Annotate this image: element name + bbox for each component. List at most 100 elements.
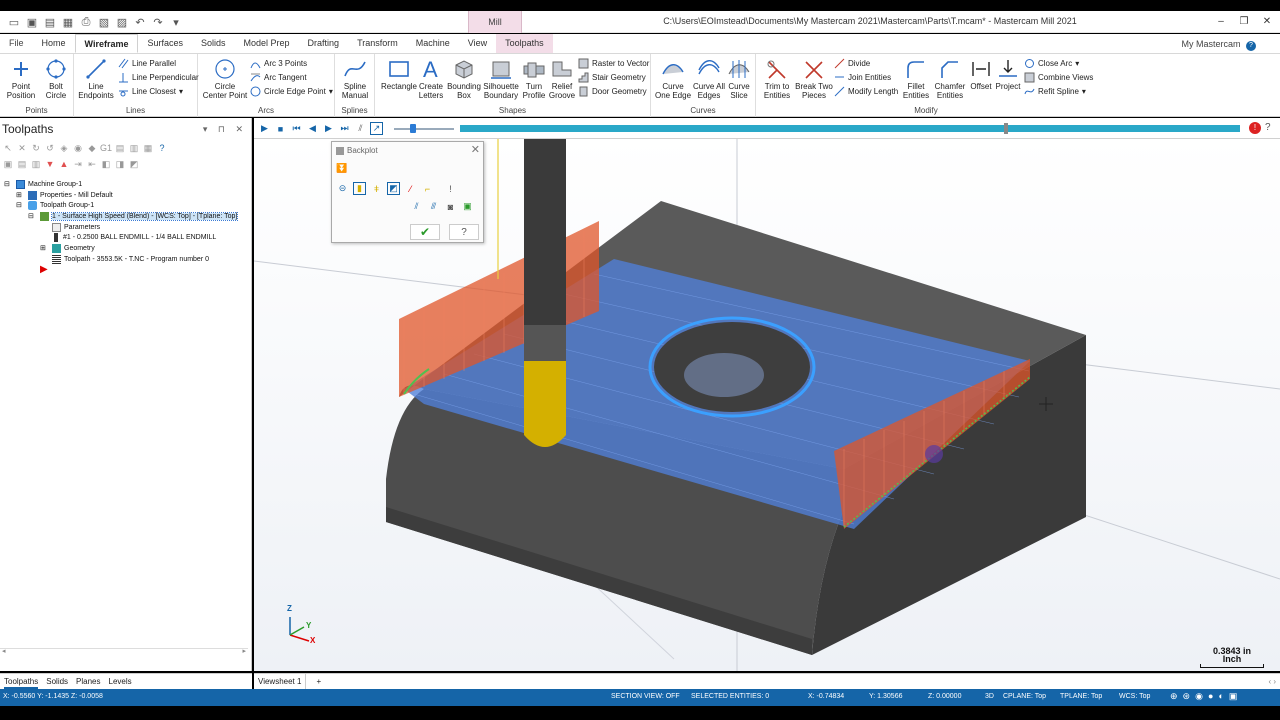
tree-item[interactable]: Toolpath - 3553.5K - T.NC - Program numb…	[4, 254, 248, 265]
line-parallel-button[interactable]: Line Parallel	[118, 56, 199, 70]
y-coordinate[interactable]: Y: 1.30566	[869, 693, 902, 700]
trace-mode-icon[interactable]: ↗	[370, 122, 383, 135]
wcs-status[interactable]: WCS: Top	[1119, 693, 1150, 700]
stop-icon[interactable]: ■	[274, 122, 287, 135]
progress-marker[interactable]	[1004, 123, 1008, 134]
print-preview-icon[interactable]: ▧	[96, 14, 112, 30]
combine-views-button[interactable]: Combine Views	[1024, 70, 1093, 84]
toggle-posting-icon[interactable]: ▤	[16, 158, 28, 170]
speed-slider[interactable]	[394, 128, 454, 130]
expand-icon[interactable]: ⊟	[4, 180, 13, 189]
show-lathe-icon[interactable]: ⌐	[421, 182, 434, 195]
arc-tangent-button[interactable]: Arc Tangent	[250, 70, 333, 84]
redo-icon[interactable]: ↷	[150, 14, 166, 30]
tree-item[interactable]: ⊞ Geometry	[4, 243, 248, 254]
offset-button[interactable]: Offset	[968, 56, 994, 91]
display-options-icon[interactable]: ⊝	[336, 182, 349, 195]
step-forward-icon[interactable]: ▶	[322, 122, 335, 135]
tab-solids-manager[interactable]: Solids	[46, 674, 68, 689]
view-controls[interactable]: ⊕⊛◉●◐▣	[1170, 691, 1242, 702]
verify-icon[interactable]: ◉	[72, 142, 84, 154]
minimize-button[interactable]: –	[1210, 14, 1232, 30]
section-view-status[interactable]: SECTION VIEW: OFF	[611, 693, 680, 700]
turn-profile-button[interactable]: Turn Profile	[520, 56, 548, 100]
globe-icon[interactable]: ⊕	[1170, 691, 1183, 701]
speed-slider-thumb[interactable]	[410, 124, 416, 133]
properties-icon[interactable]: ▨	[114, 14, 130, 30]
camera-icon[interactable]: ◙	[444, 200, 457, 213]
refit-spline-button[interactable]: Refit Spline ▾	[1024, 84, 1093, 98]
settings-icon[interactable]: ▣	[1229, 691, 1243, 701]
dropdown-icon[interactable]: ▾	[329, 87, 333, 96]
restore-button[interactable]: ❐	[1233, 14, 1255, 30]
toggle-tooltip-icon[interactable]: ◩	[128, 158, 140, 170]
dropdown-icon[interactable]: ▾	[1075, 59, 1079, 68]
regen-all-icon[interactable]: ↻	[30, 142, 42, 154]
customize-qat-icon[interactable]: ▾	[168, 14, 184, 30]
scroll-arrow-icon[interactable]: ⇤	[86, 158, 98, 170]
insert-arrow-icon[interactable]: ⇥	[72, 158, 84, 170]
chamfer-entities-button[interactable]: Chamfer Entities	[932, 56, 968, 100]
dropdown-icon[interactable]: ▾	[1082, 87, 1086, 96]
simulate-icon[interactable]: ◆	[86, 142, 98, 154]
tab-surfaces[interactable]: Surfaces	[138, 34, 192, 53]
spline-manual-button[interactable]: Spline Manual	[337, 56, 373, 100]
tab-toolpaths[interactable]: Toolpaths	[496, 34, 553, 53]
ok-button[interactable]: ✔	[410, 224, 440, 240]
tab-wireframe[interactable]: Wireframe	[74, 34, 139, 53]
curve-slice-button[interactable]: Curve Slice	[725, 56, 753, 100]
arc-3-points-button[interactable]: Arc 3 Points	[250, 56, 333, 70]
tree-item[interactable]: ⊞ Properties - Mill Default	[4, 190, 248, 201]
x-coordinate[interactable]: X: -0.74834	[808, 693, 844, 700]
save-geometry-icon[interactable]: ▣	[461, 200, 474, 213]
single-op-icon[interactable]: ◧	[100, 158, 112, 170]
select-failed-icon[interactable]: ✕	[16, 142, 28, 154]
cplane-status[interactable]: CPLANE: Top	[1003, 693, 1046, 700]
help-icon[interactable]: ?	[1265, 122, 1271, 133]
translucency-icon[interactable]: ◐	[1218, 691, 1228, 701]
tab-view[interactable]: View	[459, 34, 496, 53]
help-button[interactable]: ?	[449, 224, 479, 240]
add-viewsheet-button[interactable]: +	[312, 674, 325, 689]
show-path-icon[interactable]: ◩	[387, 182, 400, 195]
tree-item[interactable]: Parameters	[4, 222, 248, 233]
tab-home[interactable]: Home	[33, 34, 75, 53]
post-icon[interactable]: G1	[100, 142, 112, 154]
bounding-box-button[interactable]: Bounding Box	[446, 56, 482, 100]
project-button[interactable]: Project	[994, 56, 1022, 91]
relief-groove-button[interactable]: Relief Groove	[547, 56, 577, 100]
tab-levels-manager[interactable]: Levels	[109, 674, 132, 689]
tool-info-icon[interactable]: !	[444, 182, 457, 195]
rectangle-button[interactable]: Rectangle	[379, 56, 419, 91]
tab-transform[interactable]: Transform	[348, 34, 407, 53]
open-icon[interactable]: ▤	[42, 14, 58, 30]
show-holder-icon[interactable]: ǂ	[370, 182, 383, 195]
mode-3d[interactable]: 3D	[985, 693, 994, 700]
toolpath-display-icon[interactable]: ⫽	[354, 122, 367, 135]
fillet-entities-button[interactable]: Fillet Entities	[898, 56, 934, 100]
step-back-icon[interactable]: ◀	[306, 122, 319, 135]
print-icon[interactable]: ⎙	[78, 14, 94, 30]
collapse-icon[interactable]: ⏬	[336, 163, 347, 174]
help-icon[interactable]: ?	[1246, 41, 1256, 51]
my-mastercam-link[interactable]: My Mastercam ?	[1181, 39, 1256, 51]
tree-item[interactable]: #1 - 0.2500 BALL ENDMILL - 1/4 BALL ENDM…	[4, 232, 248, 243]
expand-icon[interactable]: ⊞	[16, 191, 25, 200]
wireframe-icon[interactable]: ⊛	[1183, 691, 1196, 701]
toggle-lock-icon[interactable]: ▥	[30, 158, 42, 170]
join-entities-button[interactable]: Join Entities	[834, 70, 898, 84]
scroll-arrows-icon[interactable]: ‹ ›	[1264, 674, 1280, 689]
create-letters-button[interactable]: A Create Letters	[415, 56, 447, 100]
show-endpoints-icon[interactable]: ⫽	[410, 200, 423, 213]
trim-to-entities-button[interactable]: Trim to Entities	[758, 56, 796, 100]
save-icon[interactable]: ▣	[24, 14, 40, 30]
expand-icon[interactable]: ⊞	[40, 244, 49, 253]
show-tool-icon[interactable]: ▮	[353, 182, 366, 195]
display-icon[interactable]: ●	[1208, 691, 1218, 701]
select-all-icon[interactable]: ↖	[2, 142, 14, 154]
modify-length-button[interactable]: Modify Length	[834, 84, 898, 98]
circle-edge-point-button[interactable]: Circle Edge Point ▾	[250, 84, 333, 98]
circle-center-point-button[interactable]: Circle Center Point	[202, 56, 248, 100]
stair-geometry-button[interactable]: Stair Geometry	[578, 70, 649, 84]
insert-arrow[interactable]: ▶	[4, 264, 248, 275]
